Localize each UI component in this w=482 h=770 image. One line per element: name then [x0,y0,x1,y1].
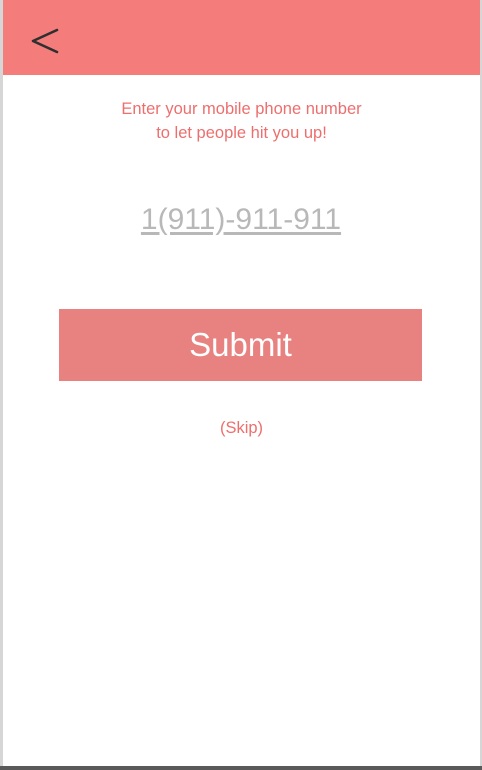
chevron-left-icon [31,28,59,54]
top-bar [3,0,480,75]
instruction-text: Enter your mobile phone number to let pe… [3,97,480,145]
instruction-line-2: to let people hit you up! [156,124,327,142]
back-button[interactable] [27,18,67,58]
window-bottom-edge [0,766,482,770]
phone-entry-screen: Enter your mobile phone number to let pe… [3,0,480,766]
device-frame: Enter your mobile phone number to let pe… [0,0,482,770]
skip-link[interactable]: (Skip) [3,417,480,439]
phone-number-input[interactable] [91,195,391,245]
submit-button[interactable]: Submit [59,309,422,381]
instruction-line-1: Enter your mobile phone number [121,100,362,118]
